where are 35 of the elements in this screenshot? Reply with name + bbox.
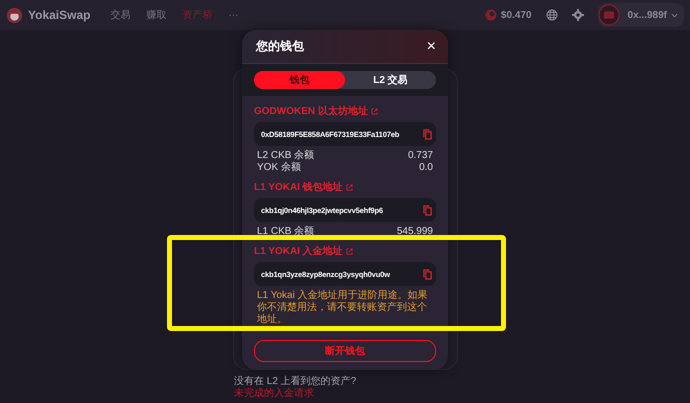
close-button[interactable]: × bbox=[426, 38, 436, 54]
brand-name: YokaiSwap bbox=[28, 8, 90, 22]
balance-value: 0.737 bbox=[408, 150, 433, 162]
nav-link[interactable]: 赚取 bbox=[146, 8, 166, 22]
pending-deposits-link[interactable]: 未完成的入金请求 bbox=[234, 388, 456, 400]
wallet-icon bbox=[598, 4, 620, 26]
copy-icon[interactable] bbox=[423, 128, 432, 140]
balance-label: YOK 余额 bbox=[257, 162, 301, 174]
logo-icon bbox=[6, 6, 23, 24]
tab[interactable]: L2 交易 bbox=[345, 71, 436, 89]
help-question: 没有在 L2 上看到您的资产? bbox=[234, 376, 358, 388]
balance-value: 545.999 bbox=[396, 226, 433, 238]
section-label: L1 YOKAI 钱包地址 bbox=[254, 180, 343, 194]
nav-link[interactable]: ··· bbox=[228, 10, 238, 20]
account-button[interactable]: 0x...989f bbox=[598, 3, 684, 27]
section-label: GODWOKEN 以太坊地址 bbox=[254, 104, 368, 118]
copy-icon[interactable] bbox=[423, 204, 432, 216]
disconnect-button[interactable]: 断开钱包 bbox=[254, 340, 436, 362]
token-icon bbox=[484, 9, 497, 21]
globe-icon[interactable] bbox=[546, 9, 558, 21]
external-link-icon[interactable] bbox=[346, 248, 353, 254]
copy-icon[interactable] bbox=[423, 268, 432, 280]
external-link-icon[interactable] bbox=[346, 184, 353, 190]
caret-icon bbox=[671, 12, 678, 18]
token-price: $0.470 bbox=[500, 10, 532, 20]
balance-value: 0.0 bbox=[419, 162, 433, 174]
tab[interactable]: 钱包 bbox=[254, 71, 345, 89]
warning-note: L1 Yokai 入金地址用于进阶用途。如果你不清楚用法，请不要转账资产到这个地址。 bbox=[256, 290, 429, 326]
balance-label: L2 CKB 余额 bbox=[257, 150, 314, 162]
balance-label: L1 CKB 余额 bbox=[257, 226, 314, 238]
external-link-icon[interactable] bbox=[370, 108, 378, 114]
nav-link[interactable]: 交易 bbox=[110, 8, 130, 22]
section-label: L1 YOKAI 入金地址 bbox=[254, 244, 343, 258]
dialog-title: 您的钱包 bbox=[256, 38, 304, 55]
account-address: 0x...989f bbox=[628, 10, 667, 20]
